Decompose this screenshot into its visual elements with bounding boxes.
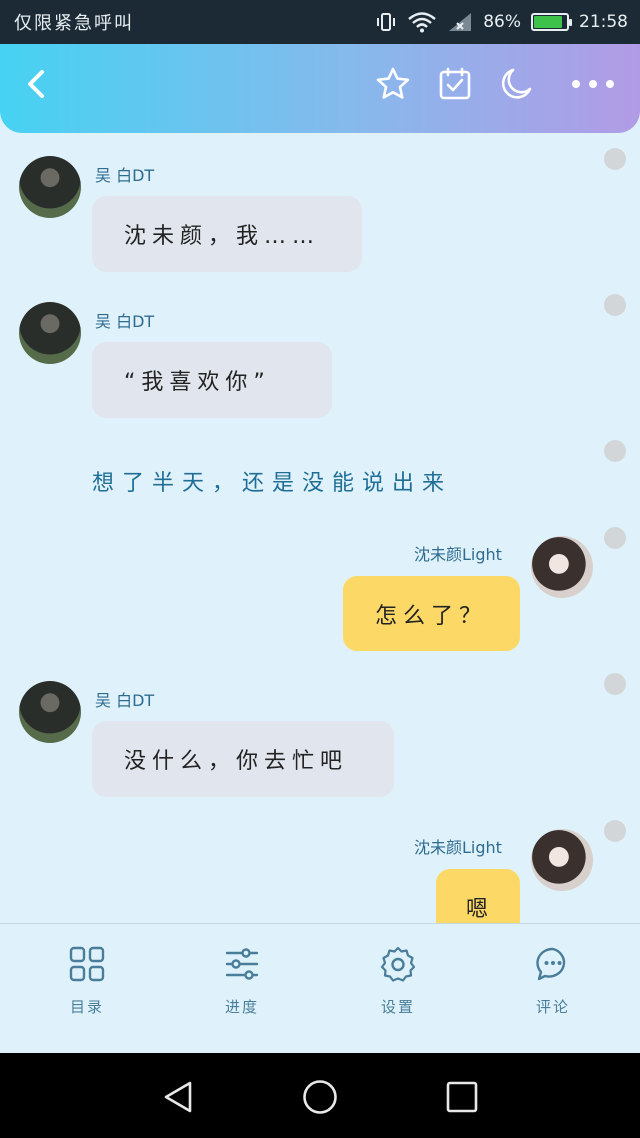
avatar[interactable] [19, 302, 81, 364]
comments-button[interactable]: 评论 [503, 946, 603, 1017]
avatar[interactable] [19, 681, 81, 743]
sender-name: 吴 白DT [95, 166, 155, 185]
message-bubble[interactable]: 沈未颜，我…… [92, 196, 362, 272]
narration-text: 想了半天，还是没能说出来 [92, 471, 453, 496]
vibrate-icon [375, 12, 397, 32]
comment-icon [536, 947, 566, 981]
sender-name: 沈未颜Light [414, 545, 502, 564]
message-bubble[interactable]: “我喜欢你” [92, 342, 332, 418]
settings-button[interactable]: 设置 [348, 946, 448, 1017]
carrier-text: 仅限紧急呼叫 [14, 13, 134, 34]
wifi-icon [407, 11, 437, 33]
calendar-check-icon[interactable] [429, 58, 481, 110]
app-header [0, 44, 640, 133]
clock: 21:58 [579, 12, 628, 32]
status-dot [604, 673, 626, 695]
message-bubble[interactable]: 嗯 [436, 869, 520, 923]
progress-label: 进度 [224, 998, 259, 1016]
sender-name: 吴 白DT [95, 691, 155, 710]
nav-recents-icon[interactable] [442, 1077, 482, 1117]
more-icon[interactable] [565, 58, 621, 110]
bottom-toolbar: 目录 进度 设置 评论 [0, 923, 640, 1053]
avatar[interactable] [531, 536, 593, 598]
avatar[interactable] [19, 156, 81, 218]
avatar[interactable] [531, 829, 593, 891]
status-icons: 86% 21:58 [375, 11, 628, 33]
status-dot [604, 820, 626, 842]
status-bar: 仅限紧急呼叫 86% 21:58 [0, 0, 640, 44]
system-nav-bar [0, 1053, 640, 1138]
nav-home-icon[interactable] [300, 1077, 340, 1117]
catalog-button[interactable]: 目录 [37, 946, 137, 1017]
nav-back-icon[interactable] [158, 1077, 198, 1117]
message-bubble[interactable]: 怎么了？ [343, 576, 520, 651]
status-dot [604, 294, 626, 316]
grid-icon [69, 946, 105, 982]
catalog-label: 目录 [69, 998, 104, 1016]
status-dot [604, 440, 626, 462]
settings-label: 设置 [380, 998, 415, 1016]
star-icon[interactable] [367, 58, 419, 110]
progress-button[interactable]: 进度 [192, 946, 292, 1017]
back-icon[interactable] [10, 58, 62, 110]
sliders-icon [225, 948, 259, 980]
signal-icon [447, 11, 473, 33]
battery-percent: 86% [483, 12, 521, 32]
status-dot [604, 527, 626, 549]
chat-thread[interactable]: 吴 白DT 沈未颜，我…… 吴 白DT “我喜欢你” 想了半天，还是没能说出来 … [0, 133, 640, 923]
comments-label: 评论 [535, 998, 570, 1016]
sender-name: 沈未颜Light [414, 838, 502, 857]
moon-icon[interactable] [490, 58, 542, 110]
status-dot [604, 148, 626, 170]
message-bubble[interactable]: 没什么，你去忙吧 [92, 721, 394, 797]
sender-name: 吴 白DT [95, 312, 155, 331]
battery-icon [531, 13, 572, 31]
gear-icon [380, 946, 416, 982]
